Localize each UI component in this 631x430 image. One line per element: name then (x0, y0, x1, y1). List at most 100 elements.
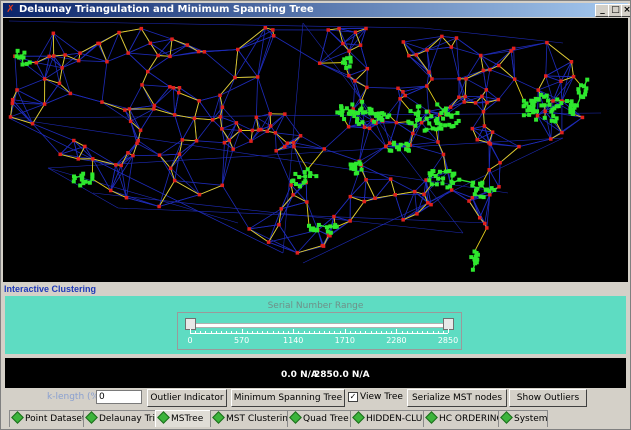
minimum-spanning-tree-button[interactable]: Minimum Spanning Tree (231, 389, 345, 407)
point-node (439, 111, 444, 116)
point-node (316, 222, 321, 227)
point-node (470, 126, 475, 131)
triangulation-canvas[interactable] (3, 18, 628, 282)
point-node (157, 153, 162, 157)
point-node (364, 177, 368, 182)
point-node (250, 128, 255, 133)
control-bar: k-length (%): 0 Outlier Indicator Minimu… (3, 388, 628, 408)
point-node (202, 50, 207, 54)
tab-system[interactable]: System (498, 410, 548, 427)
point-node (555, 97, 560, 102)
outlier-indicator-button[interactable]: Outlier Indicator (147, 389, 227, 407)
slider-tick (313, 331, 315, 333)
point-node (490, 130, 495, 134)
edge (79, 52, 108, 63)
edge (99, 43, 108, 62)
edge (248, 228, 269, 243)
point-node (478, 194, 483, 199)
point-node (360, 120, 365, 125)
point-node (78, 51, 82, 55)
diamond-icon (500, 411, 513, 424)
point-node (485, 226, 489, 230)
tab-delaunay-tri[interactable]: Delaunay Tri. (83, 410, 158, 427)
close-button[interactable]: × (621, 4, 630, 17)
slider-tick (422, 331, 424, 333)
point-node (398, 97, 402, 101)
point-node (415, 104, 420, 109)
edge (275, 150, 292, 186)
point-node (42, 77, 47, 81)
edge (257, 76, 271, 114)
edge (147, 56, 171, 72)
point-node (51, 31, 56, 36)
point-node (347, 49, 351, 53)
point-node (427, 70, 431, 74)
diamond-icon (11, 411, 24, 424)
point-node (351, 162, 356, 167)
tab-mst-clustering[interactable]: MST Clustering (210, 410, 294, 427)
point-node (435, 102, 440, 107)
point-node (283, 112, 287, 116)
slider-tick (432, 331, 434, 333)
point-node (551, 114, 556, 119)
tab-point-dataset[interactable]: Point Dataset (9, 410, 85, 427)
point-node (550, 107, 555, 112)
edge (307, 148, 325, 170)
slider-tick (257, 331, 259, 333)
tab-quad-tree[interactable]: Quad Tree (287, 410, 351, 427)
slider-tick (298, 331, 300, 333)
edge (44, 56, 50, 80)
k-length-input[interactable]: 0 (96, 390, 142, 404)
edge (174, 114, 183, 140)
point-node (479, 183, 484, 188)
diamond-icon (289, 411, 302, 424)
point-node (355, 170, 360, 175)
slider-tick (406, 331, 408, 333)
edge (154, 86, 171, 106)
point-node (401, 218, 405, 222)
edge (422, 27, 564, 44)
slider-tick (427, 331, 429, 333)
show-outliers-button[interactable]: Show Outliers (509, 389, 587, 407)
tab-hidden-clue[interactable]: HIDDEN-CLUE (350, 410, 428, 427)
edge (498, 162, 501, 187)
tab-mstree[interactable]: MSTree (155, 410, 211, 427)
point-node (414, 53, 419, 57)
slider-tick (386, 331, 388, 333)
tab-hc-ordering[interactable]: HC ORDERING (423, 410, 503, 427)
point-node (192, 116, 197, 121)
point-node (409, 121, 414, 126)
title-bar[interactable]: ✗ Delaunay Triangulation and Minimum Spa… (3, 3, 630, 17)
point-node (79, 177, 84, 182)
point-node (542, 103, 547, 108)
point-node (544, 74, 548, 78)
point-node (339, 112, 344, 117)
edge (300, 135, 325, 150)
point-node (355, 110, 360, 115)
view-tree-checkbox[interactable]: ✓ (348, 392, 358, 402)
range-slider[interactable]: 0 570 1140 1710 2280 2850 (177, 312, 462, 350)
slider-track[interactable] (190, 323, 450, 328)
serialize-mst-button[interactable]: Serialize MST nodes (407, 389, 507, 407)
tick-label: 0 (187, 336, 193, 345)
edge (194, 100, 200, 119)
point-node (346, 124, 351, 129)
point-node (347, 73, 351, 78)
point-node (578, 94, 583, 99)
point-node (220, 105, 225, 110)
point-node (467, 199, 471, 203)
point-node (312, 228, 317, 233)
point-node (152, 107, 156, 111)
point-node (569, 99, 574, 104)
point-node (291, 193, 295, 197)
edge (302, 137, 564, 264)
edge (305, 182, 308, 203)
edge (128, 52, 159, 56)
point-node (337, 26, 341, 31)
point-node (551, 99, 555, 103)
edge (16, 78, 45, 91)
point-node (343, 61, 348, 66)
point-node (148, 41, 153, 45)
point-node (393, 193, 397, 197)
point-node (488, 67, 492, 72)
